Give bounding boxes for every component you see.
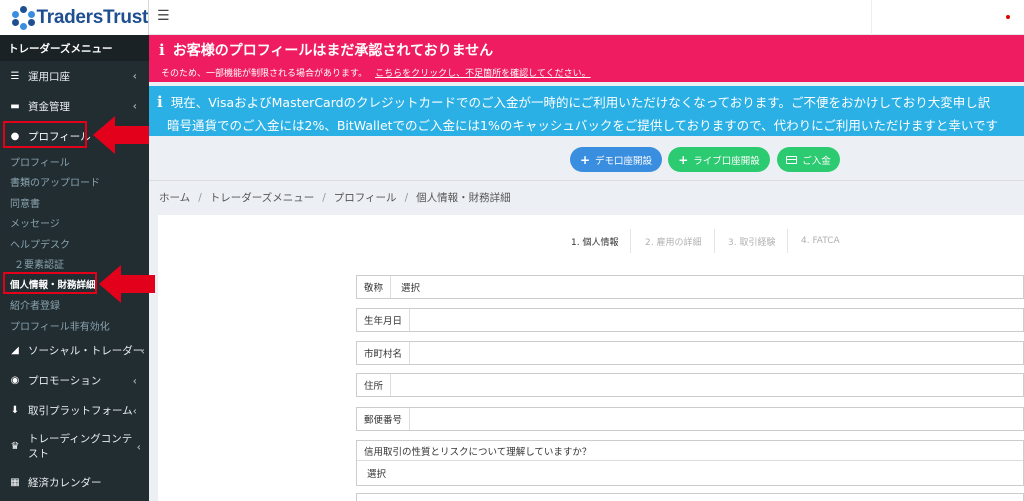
step-divider — [714, 229, 715, 253]
plus-icon: + — [678, 152, 689, 167]
sidebar-item-social-trader[interactable]: ◢ ソーシャル・トレーダー ‹ — [0, 336, 149, 366]
sidebar-item-contest[interactable]: ♛ トレーディングコンテスト ‹ — [0, 426, 149, 468]
risk-understanding-select[interactable]: 信用取引の性質とリスクについて理解していますか？ 選択 — [356, 440, 1024, 486]
alert-subtext: そのため、一部機能が制限される場合があります。 — [161, 69, 368, 79]
step-divider — [787, 229, 788, 253]
sidebar-item-label: 運用口座 — [28, 70, 70, 83]
top-bar: ☰ — [149, 0, 1024, 35]
step-employment[interactable]: 2. 雇用の詳細 — [645, 225, 701, 257]
alert-check-link[interactable]: こちらをクリックし、不足箇所を確認してください。 — [375, 69, 590, 79]
sidebar-item-calendar[interactable]: ▦ 経済カレンダー — [0, 468, 149, 498]
highlight-box-profile — [3, 121, 87, 148]
sidebar-item-label: ソーシャル・トレーダー — [28, 345, 144, 357]
dob-field[interactable]: 生年月日 — [356, 308, 1024, 332]
step-fatca[interactable]: 4. FATCA — [801, 225, 840, 257]
sidebar-subitem-deactivate[interactable]: プロフィール非有効化 — [0, 315, 149, 336]
field-label: 信用取引の性質とリスクについて理解していますか？ — [357, 441, 1023, 461]
credit-card-icon — [786, 155, 798, 164]
button-label: ご入金 — [802, 155, 831, 167]
wizard-steps: 1. 個人情報 2. 雇用の詳細 3. 取引経験 4. FATCA — [158, 225, 1024, 257]
chevron-left-icon: ‹ — [136, 440, 141, 453]
breadcrumb-profile[interactable]: プロフィール — [334, 190, 397, 205]
breadcrumb-separator: / — [322, 191, 326, 204]
chevron-left-icon: ‹ — [132, 404, 137, 417]
topbar-divider — [871, 0, 872, 35]
address-field[interactable]: 住所 — [356, 373, 1024, 397]
sidebar-item-label: 経済カレンダー — [28, 477, 102, 489]
open-demo-account-button[interactable]: + デモ口座開設 — [570, 147, 662, 172]
chevron-left-icon: ‹ — [140, 344, 145, 357]
plus-icon: + — [579, 152, 591, 167]
postal-code-field[interactable]: 郵便番号 — [356, 407, 1024, 431]
notice-line-2: 暗号通貨でのご入金には2%、BitWalletでのご入金には1%のキャッシュバッ… — [167, 118, 998, 133]
field-label: 市町村名 — [357, 342, 411, 364]
sidebar-item-label: トレーディングコンテスト — [28, 432, 133, 460]
sidebar-subitem-agreements[interactable]: 同意書 — [0, 192, 149, 213]
sidebar-subitem-helpdesk[interactable]: ヘルプデスク — [0, 233, 149, 254]
notice-line-1: 現在、VisaおよびMasterCardのクレジットカードでのご入金が一時的にご… — [170, 95, 991, 110]
wallet-icon: ▬ — [10, 100, 20, 112]
highlight-box-personal-financial — [3, 272, 97, 294]
sidebar-subitem-documents[interactable]: 書類のアップロード — [0, 172, 149, 193]
sidebar: TradersTrust トレーダーズメニュー ☰ 運用口座 ‹ ▬ 資金管理 … — [0, 0, 149, 501]
logo-icon — [12, 5, 35, 30]
arrow-left-icon — [99, 265, 155, 303]
language-flag-icon[interactable] — [1006, 15, 1010, 19]
breadcrumb: ホーム / トレーダーズメニュー / プロフィール / 個人情報・財務詳細 — [149, 180, 1024, 214]
payment-notice: i 現在、VisaおよびMasterCardのクレジットカードでのご入金が一時的… — [149, 86, 1024, 136]
info-icon: i — [159, 41, 165, 59]
profile-not-approved-alert: i お客様のプロフィールはまだ承認されておりません そのため、一部機能が制限され… — [149, 35, 1024, 82]
globe-icon: ◉ — [10, 375, 20, 386]
step-divider — [630, 229, 631, 253]
list-icon: ☰ — [10, 70, 20, 82]
field-value: 選択 — [367, 469, 387, 480]
logo-text: TradersTrust — [36, 6, 148, 28]
sidebar-item-promotions[interactable]: ◉ プロモーション ‹ — [0, 366, 149, 396]
form-panel: 1. 個人情報 2. 雇用の詳細 3. 取引経験 4. FATCA 敬称 選択 … — [158, 215, 1024, 501]
button-label: デモ口座開設 — [595, 155, 653, 167]
city-field[interactable]: 市町村名 — [356, 341, 1024, 365]
hamburger-menu-icon[interactable]: ☰ — [157, 8, 170, 24]
deposit-button[interactable]: ご入金 — [777, 147, 840, 172]
chevron-left-icon: ‹ — [132, 99, 137, 113]
breadcrumb-traders-menu[interactable]: トレーダーズメニュー — [210, 190, 314, 205]
chevron-left-icon: ‹ — [132, 374, 137, 387]
breadcrumb-separator: / — [404, 191, 409, 204]
logo[interactable]: TradersTrust — [0, 0, 149, 35]
open-live-account-button[interactable]: + ライブ口座開設 — [668, 147, 770, 172]
sidebar-subitem-messages[interactable]: メッセージ — [0, 213, 149, 234]
alert-title: お客様のプロフィールはまだ承認されておりません — [172, 43, 494, 59]
menu-header: トレーダーズメニュー — [0, 35, 149, 61]
button-label: ライブ口座開設 — [693, 155, 760, 167]
step-trading-experience[interactable]: 3. 取引経験 — [728, 225, 775, 257]
sidebar-item-label: 取引プラットフォーム — [28, 405, 133, 417]
download-icon: ⬇ — [10, 405, 20, 416]
breadcrumb-separator: / — [198, 191, 202, 204]
field-label: 郵便番号 — [357, 408, 411, 430]
step-personal-info[interactable]: 1. 個人情報 — [571, 225, 618, 257]
sidebar-item-label: 資金管理 — [28, 100, 70, 113]
field-label: 生年月日 — [357, 309, 411, 331]
field-label: 住所 — [357, 374, 392, 396]
field-label: 敬称 — [357, 276, 392, 298]
arrow-left-icon — [93, 116, 149, 154]
chart-icon: ◢ — [11, 345, 19, 356]
breadcrumb-home[interactable]: ホーム — [159, 190, 190, 205]
trophy-icon: ♛ — [10, 441, 20, 452]
calendar-icon: ▦ — [10, 477, 20, 488]
breadcrumb-current: 個人情報・財務詳細 — [416, 192, 511, 204]
sidebar-item-label: プロモーション — [28, 375, 102, 387]
next-field[interactable] — [356, 493, 1024, 501]
title-select[interactable]: 敬称 選択 — [356, 275, 1024, 299]
sidebar-item-trading-accounts[interactable]: ☰ 運用口座 ‹ — [0, 61, 149, 91]
info-icon: i — [157, 92, 163, 111]
field-value: 選択 — [401, 283, 421, 294]
sidebar-item-platforms[interactable]: ⬇ 取引プラットフォーム ‹ — [0, 396, 149, 426]
chevron-left-icon: ‹ — [132, 69, 137, 83]
